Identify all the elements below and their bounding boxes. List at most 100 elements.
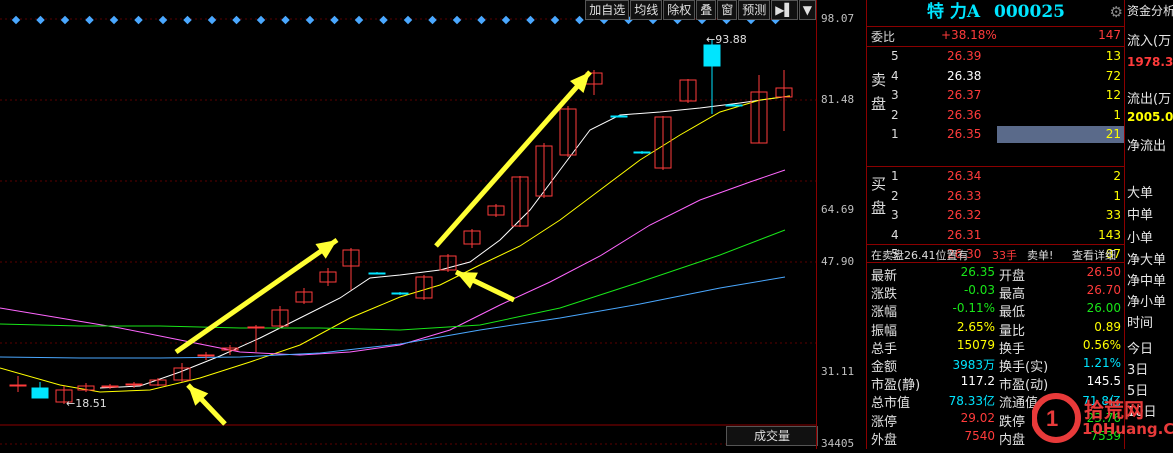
stat-row: 振幅 2.65% 量比 0.89 xyxy=(867,319,1125,339)
level-number: 3 xyxy=(891,88,899,102)
fund-row: 净流出 xyxy=(1127,139,1167,154)
view-detail-link[interactable]: 查看详细 xyxy=(1072,247,1116,263)
level-price: 26.33 xyxy=(947,188,982,203)
event-dot xyxy=(379,15,388,25)
event-dot xyxy=(281,15,290,25)
watermark-url: 10Huang.CN xyxy=(1082,420,1173,438)
event-dot xyxy=(501,15,511,25)
settings-gear-icon[interactable]: ⚙ xyxy=(1110,0,1123,24)
stat-label: 市盈(静) xyxy=(871,378,921,394)
fund-row: 大单 xyxy=(1127,186,1154,201)
candlestick-series xyxy=(9,40,793,404)
level-volume: 33 xyxy=(1105,208,1121,222)
weibi-label: 委比 xyxy=(871,30,896,44)
weibi-row: 委比 +38.18% 147 xyxy=(867,27,1125,45)
annotation-arrows xyxy=(174,70,592,426)
stat-value: 2.65% xyxy=(956,319,995,334)
ma-line xyxy=(0,169,786,356)
info-text: 在卖盘26.41位置有 xyxy=(871,249,969,262)
fund-header[interactable]: 资金分析 xyxy=(1127,2,1173,19)
level-volume: 12 xyxy=(1105,88,1121,102)
fund-row: 2005.0 xyxy=(1127,110,1173,124)
stat-label: 最高 xyxy=(999,287,1026,303)
level-volume: 21 xyxy=(1105,127,1121,141)
event-dot xyxy=(305,15,315,25)
sell-level-row[interactable]: 1 26.35 21 xyxy=(867,126,1125,144)
event-dot xyxy=(354,15,364,25)
candle-body xyxy=(101,385,119,388)
level-price: 26.35 xyxy=(947,127,982,141)
stock-name: 特 力A xyxy=(926,2,981,22)
event-dot xyxy=(60,15,70,25)
buy-level-row[interactable]: 3 26.32 33 xyxy=(867,207,1125,225)
sell-level-row[interactable]: 2 26.36 1 xyxy=(867,107,1125,125)
buy-level-row[interactable]: 2 26.33 1 xyxy=(867,188,1125,206)
stat-value: 26.00 xyxy=(1086,301,1121,316)
stat-value: 78.33亿 xyxy=(948,394,995,409)
event-dot xyxy=(11,15,21,25)
stat-label: 外盘 xyxy=(871,432,898,448)
event-dot xyxy=(526,15,535,25)
candle-body xyxy=(633,151,651,154)
info-action: 卖单! xyxy=(1027,249,1054,262)
sell-level-row[interactable]: 3 26.37 12 xyxy=(867,87,1125,105)
event-dot xyxy=(109,15,119,25)
event-dot xyxy=(256,15,266,25)
sell-level-row[interactable]: 4 26.38 72 xyxy=(867,68,1125,86)
stat-value: 117.2 xyxy=(960,374,995,389)
stat-label: 金额 xyxy=(871,360,898,375)
stat-label: 涨幅 xyxy=(871,305,898,321)
level-number: 2 xyxy=(891,107,899,122)
chart-grid xyxy=(0,18,816,445)
fund-row: 中单 xyxy=(1127,208,1154,223)
sell-side-label: 卖盘 xyxy=(871,71,887,113)
event-dot xyxy=(183,15,192,25)
fund-row: 净中单 xyxy=(1127,274,1167,289)
toolbar-button[interactable]: ▶▌ xyxy=(771,0,798,20)
stat-row: 金额 3983万 换手(实) 1.21% xyxy=(867,355,1125,375)
stat-label: 内盘 xyxy=(999,432,1026,448)
level-price: 26.32 xyxy=(947,208,982,222)
toolbar-button[interactable]: 均线 xyxy=(630,0,663,20)
quote-panel: 特 力A 000025 ⚙ 委比 +38.18% 147 5 26.39 13 4 26… xyxy=(866,0,1125,449)
level-number: 3 xyxy=(891,208,899,222)
toolbar-button[interactable]: 叠 xyxy=(696,0,717,20)
toolbar-button[interactable]: 预测 xyxy=(738,0,771,20)
event-dot xyxy=(207,15,217,25)
level-volume: 1 xyxy=(1113,107,1121,122)
weibi-diff: 147 xyxy=(1098,28,1121,42)
toolbar-button[interactable]: ▼ xyxy=(798,0,816,20)
buy-level-row[interactable]: 4 26.31 143 xyxy=(867,227,1125,245)
stat-row: 市盈(静) 117.2 市盈(动) 145.5 xyxy=(867,373,1125,394)
buy-level-row[interactable]: 1 26.34 2 xyxy=(867,168,1125,186)
chart-toolbar: 加自选 均线 除权叠窗预测 ▶▌ ▼ xyxy=(584,0,816,20)
kline-chart-pane[interactable]: ←93.88 ←18.51 加自选 均线 除权叠窗预测 ▶▌ ▼ 成交量 xyxy=(0,0,818,449)
stat-label: 涨跌 xyxy=(871,287,898,303)
kline-chart[interactable]: ←93.88 ←18.51 xyxy=(0,0,816,449)
axis-tick-label: 64.69 xyxy=(821,203,855,216)
stat-row: 总手 15079 换手 0.56% xyxy=(867,337,1125,357)
level-number: 5 xyxy=(891,49,899,63)
high-price-marker: ←93.88 xyxy=(706,33,747,46)
candle-body xyxy=(247,326,265,329)
fund-row: 流出(万 xyxy=(1127,92,1172,107)
level-number: 1 xyxy=(891,127,899,141)
level-volume: 13 xyxy=(1105,49,1121,63)
level-price: 26.37 xyxy=(947,88,982,102)
event-dot xyxy=(403,15,413,25)
event-dot xyxy=(232,15,241,25)
toolbar-button[interactable]: 除权 xyxy=(663,0,696,20)
stat-label: 最低 xyxy=(999,305,1026,321)
fund-row: 净小单 xyxy=(1127,295,1167,310)
info-vol: 33手 xyxy=(992,249,1017,262)
fund-analysis-panel: 资金分析 流入(万 1978.3 流出(万 2005.0 净流出 大单 中单 小单 净大单 净中单… xyxy=(1124,0,1173,449)
annotation-arrow xyxy=(434,70,592,248)
level-volume: 143 xyxy=(1098,227,1121,242)
stat-value: 0.89 xyxy=(1094,319,1121,334)
volume-selector[interactable]: 成交量 xyxy=(726,426,818,446)
stat-label: 最新 xyxy=(871,269,898,284)
sell-level-row[interactable]: 5 26.39 13 xyxy=(867,48,1125,66)
toolbar-button[interactable]: 窗 xyxy=(717,0,738,20)
stat-value: -0.03 xyxy=(963,283,995,298)
toolbar-button[interactable]: 加自选 xyxy=(585,0,630,20)
